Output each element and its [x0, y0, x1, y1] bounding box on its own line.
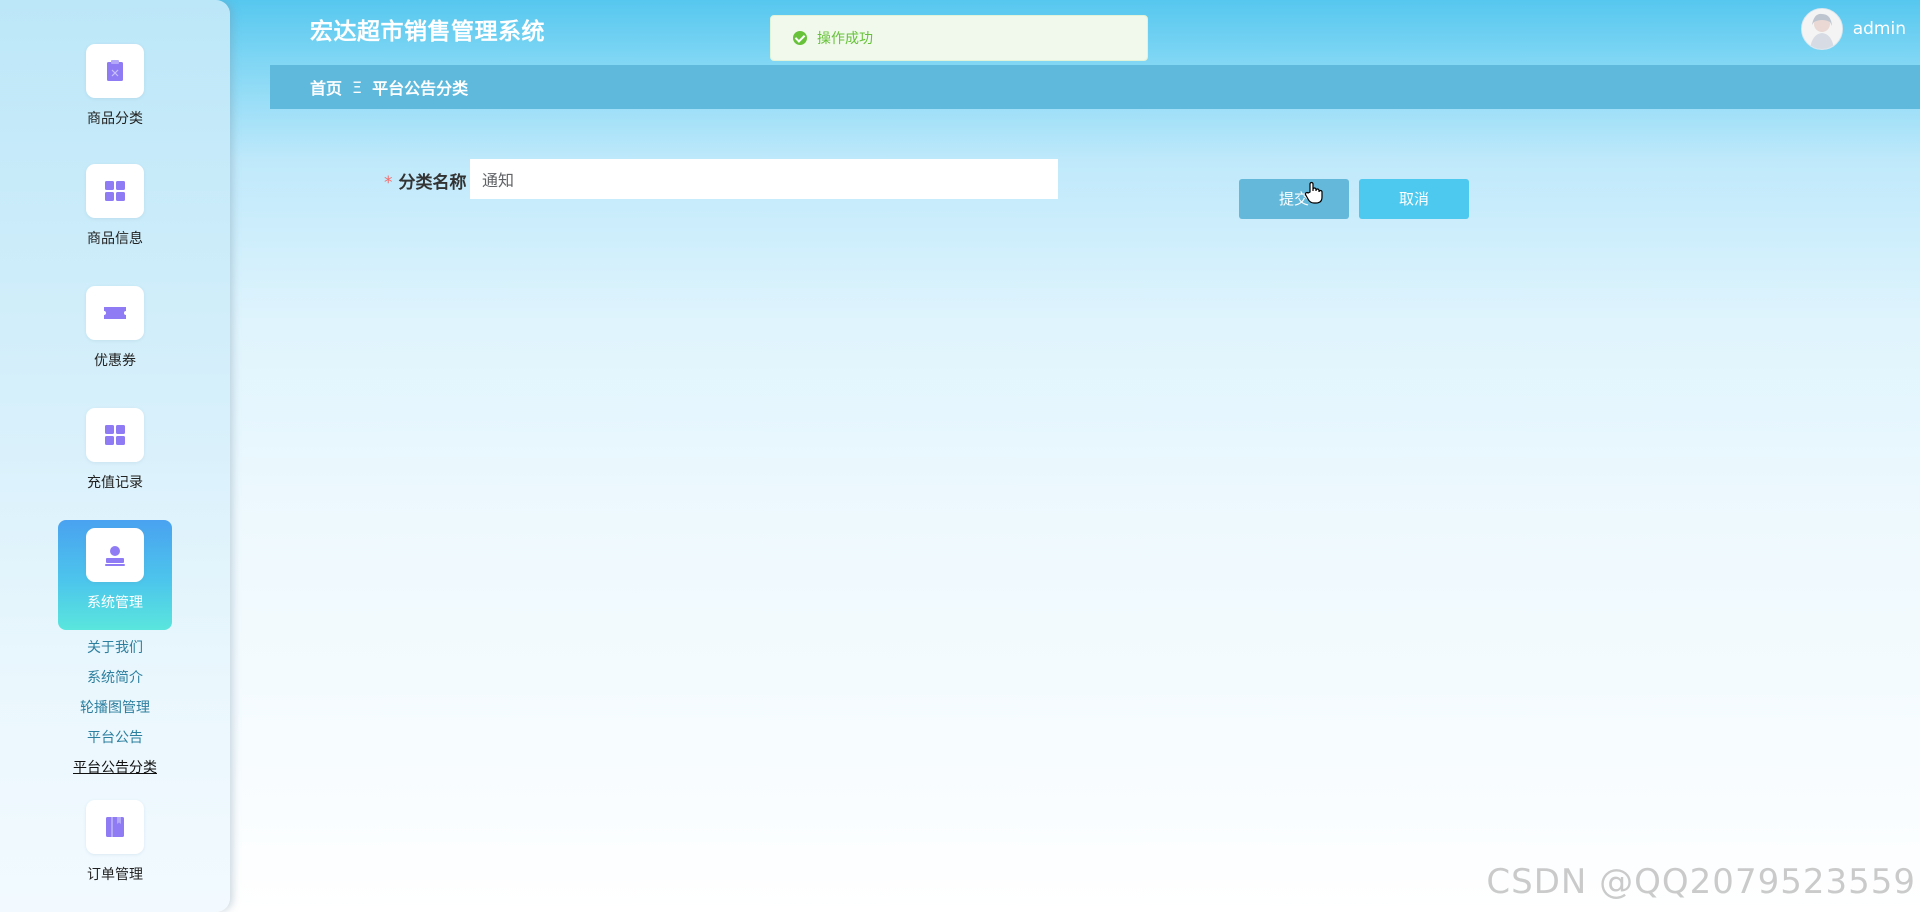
nav-icon-container [86, 408, 144, 462]
system-submenu: 关于我们 系统简介 轮播图管理 平台公告 平台公告分类 [58, 636, 172, 786]
clipboard-icon [107, 60, 123, 81]
watermark: CSDN @QQ2079523559 [1486, 862, 1916, 902]
category-name-label: * 分类名称 [384, 168, 467, 193]
sidebar-item-product-category[interactable]: 商品分类 [58, 36, 172, 146]
sidebar: 商品分类 商品信息 优惠券 充值记录 系统管理 关于我们 系统简介 轮播图管理 … [0, 0, 230, 912]
sidebar-item-label: 系统管理 [87, 595, 143, 611]
grid-icon [105, 425, 125, 445]
submenu-item-notice-category[interactable]: 平台公告分类 [58, 756, 172, 786]
book-icon [106, 817, 124, 837]
toast-message: 操作成功 [817, 31, 873, 47]
nav-icon-container [86, 44, 144, 98]
nav-icon-container [86, 164, 144, 218]
user-menu[interactable]: admin [1800, 8, 1906, 50]
sidebar-item-label: 充值记录 [87, 475, 143, 491]
submit-button[interactable]: 提交 [1239, 179, 1349, 219]
user-avatar-icon [1801, 9, 1842, 49]
nav-icon-container [86, 528, 144, 582]
sidebar-item-label: 订单管理 [87, 867, 143, 883]
sidebar-item-label: 商品信息 [87, 231, 143, 247]
avatar[interactable] [1800, 8, 1843, 50]
sidebar-item-label: 商品分类 [87, 111, 143, 127]
breadcrumb-current: 平台公告分类 [372, 79, 469, 98]
sidebar-item-recharge-records[interactable]: 充值记录 [58, 400, 172, 510]
required-mark: * [384, 173, 393, 193]
app-title: 宏达超市销售管理系统 [310, 19, 545, 45]
cancel-button[interactable]: 取消 [1359, 179, 1469, 219]
ticket-icon [104, 307, 126, 319]
check-circle-icon [793, 31, 807, 45]
sidebar-item-order-management[interactable]: 订单管理 [58, 792, 172, 902]
breadcrumb: 首页 Ξ 平台公告分类 [270, 65, 1920, 109]
sidebar-item-label: 优惠券 [94, 353, 136, 369]
field-label-text: 分类名称 [398, 173, 467, 193]
submenu-item-carousel-management[interactable]: 轮播图管理 [58, 696, 172, 726]
breadcrumb-separator: Ξ [352, 77, 363, 97]
nav-icon-container [86, 286, 144, 340]
grid-icon [105, 181, 125, 201]
category-name-input[interactable] [470, 159, 1058, 199]
success-toast: 操作成功 [770, 15, 1148, 61]
user-stamp-icon [105, 546, 125, 566]
submenu-item-system-intro[interactable]: 系统简介 [58, 666, 172, 696]
sidebar-item-system-management[interactable]: 系统管理 [58, 520, 172, 630]
submenu-item-about-us[interactable]: 关于我们 [58, 636, 172, 666]
username: admin [1852, 19, 1906, 39]
sidebar-item-coupon[interactable]: 优惠券 [58, 278, 172, 388]
hand-cursor-icon [1304, 181, 1323, 204]
sidebar-item-product-info[interactable]: 商品信息 [58, 156, 172, 266]
nav-icon-container [86, 800, 144, 854]
submenu-item-platform-notice[interactable]: 平台公告 [58, 726, 172, 756]
breadcrumb-home[interactable]: 首页 [310, 75, 342, 99]
